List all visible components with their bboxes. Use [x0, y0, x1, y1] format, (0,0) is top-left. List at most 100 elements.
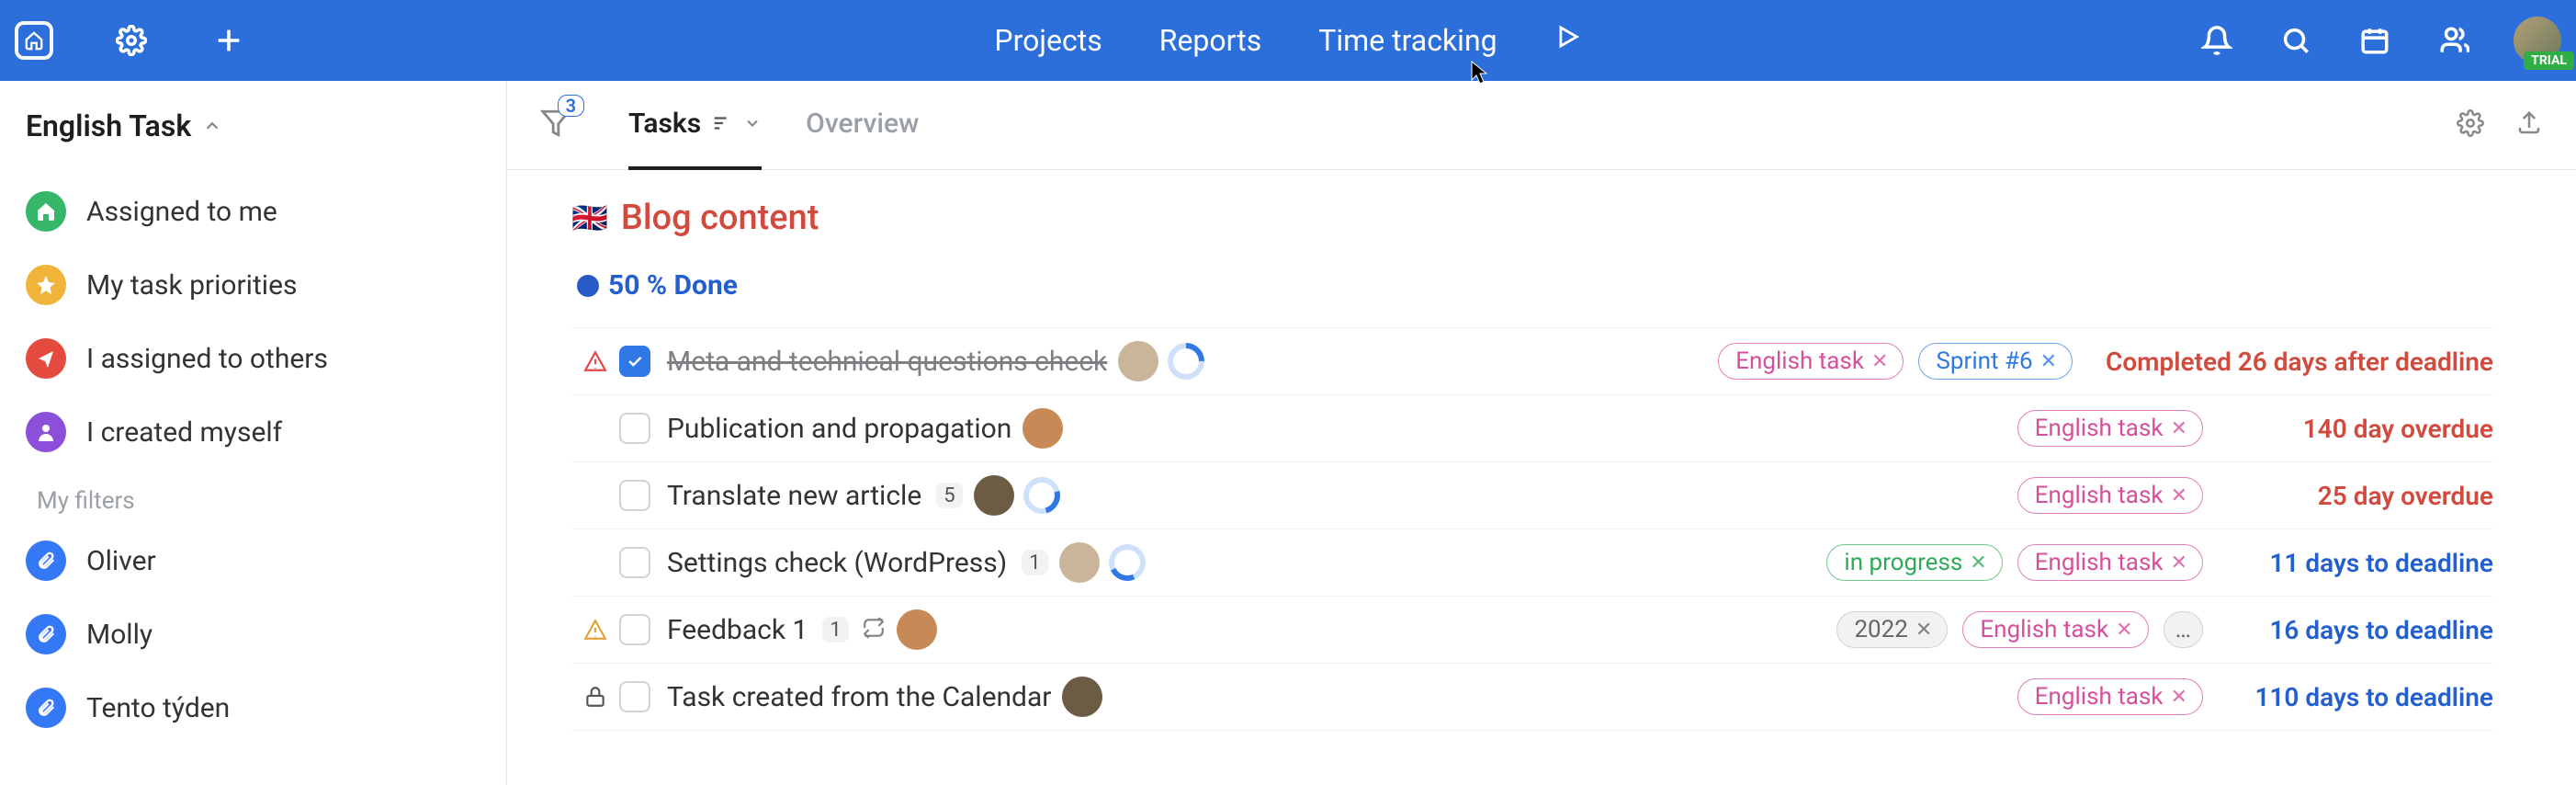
filter-button[interactable]: 3: [540, 108, 571, 142]
tab-tasks[interactable]: Tasks: [628, 81, 762, 170]
sidebar-title[interactable]: English Task: [0, 97, 506, 169]
home-icon: [26, 191, 66, 232]
assignee-avatar[interactable]: [974, 475, 1014, 516]
tab-overview[interactable]: Overview: [806, 81, 919, 170]
chip-remove-icon[interactable]: ✕: [1915, 619, 1932, 642]
tag-chip[interactable]: in progress✕: [1826, 544, 2002, 581]
task-row[interactable]: Task created from the Calendar English ta…: [571, 664, 2493, 731]
group-progress-text: 50 % Done: [608, 269, 738, 301]
view-settings-icon[interactable]: [2457, 109, 2484, 141]
tag-chip[interactable]: English task✕: [2017, 477, 2203, 514]
nav-play-icon[interactable]: [1554, 23, 1582, 58]
sidebar-item-0[interactable]: Assigned to me: [0, 175, 506, 248]
chip-remove-icon[interactable]: ✕: [2171, 686, 2187, 709]
task-checkbox[interactable]: [619, 547, 650, 578]
group-progress[interactable]: 50 % Done: [571, 269, 2493, 301]
user-icon: [26, 412, 66, 452]
task-title: Task created from the Calendar: [667, 681, 1051, 713]
sidebar-item-2[interactable]: I assigned to others: [0, 322, 506, 395]
content-header-right: [2457, 109, 2543, 141]
tag-chip[interactable]: English task✕: [1962, 611, 2148, 648]
sidebar-filter-label: Oliver: [86, 545, 156, 577]
share-icon: [26, 338, 66, 379]
warning-icon: [583, 618, 607, 642]
sidebar-filter-label: Tento týden: [86, 692, 230, 724]
sidebar-item-label: Assigned to me: [86, 196, 277, 228]
sidebar-filter-0[interactable]: Oliver: [0, 524, 506, 597]
progress-ring-icon: [1160, 336, 1213, 388]
assignee-avatar[interactable]: [1062, 677, 1102, 717]
chip-remove-icon[interactable]: ✕: [1871, 350, 1888, 373]
people-icon[interactable]: [2435, 21, 2473, 60]
nav-reports[interactable]: Reports: [1159, 23, 1262, 58]
add-button[interactable]: [209, 21, 248, 60]
task-checkbox[interactable]: [619, 480, 650, 511]
group-title[interactable]: 🇬🇧 Blog content: [571, 198, 2493, 238]
tag-chip[interactable]: Sprint #6✕: [1918, 343, 2073, 380]
assignee-avatar[interactable]: [897, 609, 937, 650]
sidebar-item-label: My task priorities: [86, 269, 297, 301]
task-checkbox[interactable]: [619, 681, 650, 712]
sidebar-filter-2[interactable]: Tento týden: [0, 671, 506, 745]
row-right: 2022✕ English task✕ … 16 days to deadline: [1836, 611, 2493, 648]
topbar-right-icons: TRIAL: [2198, 17, 2576, 64]
chevron-up-icon: [202, 116, 222, 136]
assignee-avatar[interactable]: [1059, 542, 1100, 583]
sidebar-item-1[interactable]: My task priorities: [0, 248, 506, 322]
task-checkbox[interactable]: [619, 413, 650, 444]
assignee-avatar[interactable]: [1022, 408, 1063, 449]
paperclip-icon: [26, 614, 66, 654]
settings-gear-icon[interactable]: [112, 21, 151, 60]
topbar: Projects Reports Time tracking TRIAL: [0, 0, 2576, 81]
nav-time-tracking[interactable]: Time tracking: [1318, 23, 1497, 58]
task-date-status: 110 days to deadline: [2236, 682, 2493, 712]
subtask-count: 5: [936, 483, 962, 508]
row-right: in progress✕ English task✕ 11 days to dead…: [1826, 544, 2493, 581]
search-icon[interactable]: [2277, 21, 2315, 60]
task-extras: 1: [822, 616, 885, 643]
task-row[interactable]: Translate new article5English task✕25 da…: [571, 462, 2493, 529]
task-date-status: 11 days to deadline: [2236, 548, 2493, 578]
home-button[interactable]: [15, 21, 53, 60]
chip-remove-icon[interactable]: ✕: [1970, 552, 1986, 575]
chip-remove-icon[interactable]: ✕: [2171, 552, 2187, 575]
task-title: Feedback 1: [667, 614, 808, 646]
notifications-icon[interactable]: [2198, 21, 2236, 60]
calendar-icon[interactable]: [2356, 21, 2394, 60]
chip-remove-icon[interactable]: ✕: [2171, 417, 2187, 440]
chip-remove-icon[interactable]: ✕: [2116, 619, 2132, 642]
nav-projects[interactable]: Projects: [994, 23, 1102, 58]
tag-chip[interactable]: 2022✕: [1836, 611, 1948, 648]
task-extras: 5: [936, 483, 962, 508]
tag-chip[interactable]: …: [2164, 611, 2203, 648]
sidebar-item-3[interactable]: I created myself: [0, 395, 506, 469]
task-row[interactable]: Settings check (WordPress)1in progress✕E…: [571, 529, 2493, 597]
sort-icon: [712, 113, 732, 133]
tag-chip[interactable]: English task✕: [1718, 343, 1904, 380]
task-row[interactable]: Feedback 1 1 2022✕ English task✕ … 16 days to…: [571, 597, 2493, 664]
tag-chip[interactable]: English task✕: [2017, 410, 2203, 447]
sidebar-filter-1[interactable]: Molly: [0, 597, 506, 671]
progress-ring-icon: [1103, 539, 1150, 586]
task-date-status: 16 days to deadline: [2236, 615, 2493, 645]
account-avatar[interactable]: TRIAL: [2514, 17, 2561, 64]
sidebar-item-label: I created myself: [86, 416, 282, 449]
tag-chip[interactable]: English task✕: [2017, 678, 2203, 715]
group-title-text: Blog content: [621, 198, 819, 238]
task-title: Publication and propagation: [667, 413, 1011, 445]
task-checkbox[interactable]: [619, 346, 650, 377]
chip-remove-icon[interactable]: ✕: [2171, 484, 2187, 507]
star-icon: [26, 265, 66, 305]
task-checkbox[interactable]: [619, 614, 650, 645]
chip-remove-icon[interactable]: ✕: [2040, 350, 2057, 373]
row-gutter: [571, 618, 619, 642]
content: 3 Tasks Overview: [507, 81, 2576, 785]
export-icon[interactable]: [2515, 109, 2543, 141]
task-row[interactable]: Publication and propagation English task✕…: [571, 395, 2493, 462]
sidebar-item-label: I assigned to others: [86, 343, 328, 375]
task-title: Translate new article: [667, 480, 921, 512]
tag-chip[interactable]: English task✕: [2017, 544, 2203, 581]
task-row[interactable]: Meta and technical questions checkEnglis…: [571, 327, 2493, 395]
assignee-avatar[interactable]: [1118, 341, 1158, 381]
row-right: English task✕ 110 days to deadline: [2017, 678, 2493, 715]
